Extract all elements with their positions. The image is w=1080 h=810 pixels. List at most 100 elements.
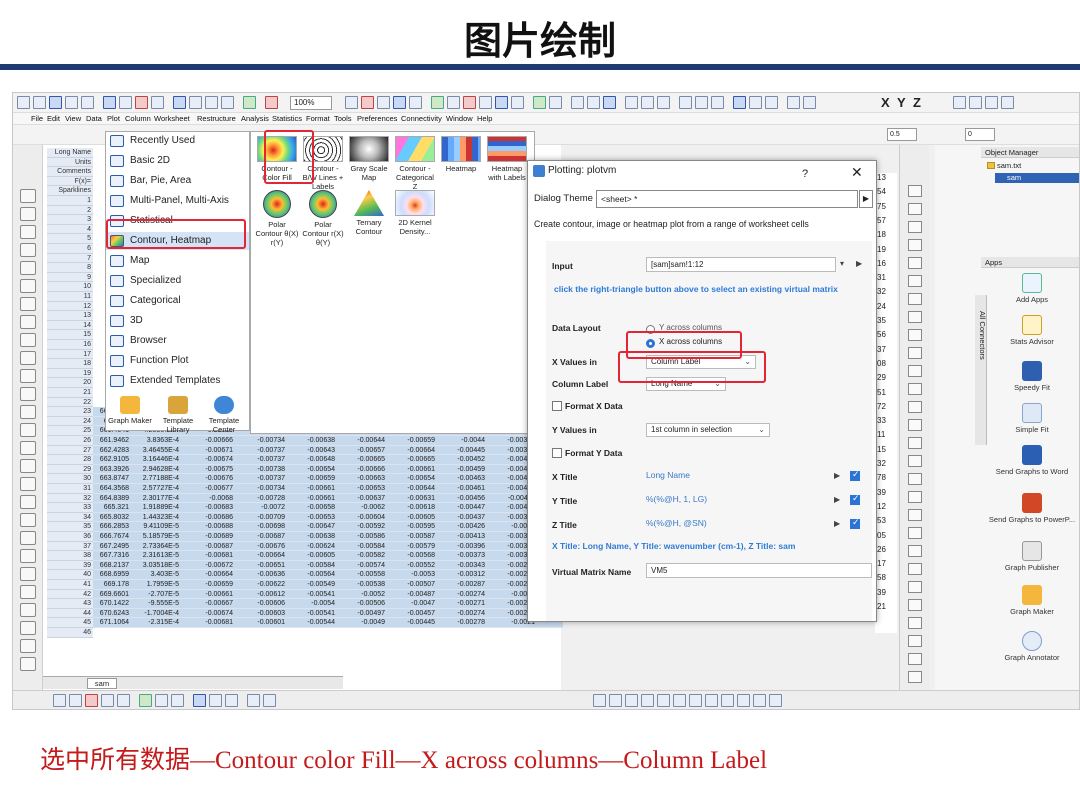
line-width-select[interactable]: 0.5 [887,128,917,141]
table-cell[interactable]: -0.00631 [385,494,435,504]
vm-name-field[interactable]: VM5 [646,563,872,578]
pointer-icon[interactable] [20,189,36,203]
align-left-icon[interactable] [593,694,606,707]
menu-bar-pie-area[interactable]: Bar, Pie, Area [106,172,249,190]
template-library-tool[interactable]: Template Library [156,396,200,434]
notes-icon[interactable] [409,96,422,109]
insert-notes-icon[interactable] [20,567,36,581]
table-cell[interactable]: -0.00657 [335,446,385,456]
label-icon[interactable] [908,563,922,575]
table-row[interactable]: 663.8747 2.77188E-4 -0.00676 -0.00737 -0.006… [93,474,563,484]
align-top-icon[interactable] [641,694,654,707]
table-cell[interactable]: 665.8032 [79,513,129,523]
app-send-graphs-powerpoint[interactable]: Send Graphs to PowerP... [987,493,1077,524]
table-cell[interactable]: -0.00665 [385,455,435,465]
add-graph-icon[interactable] [447,96,460,109]
table-cell[interactable]: -0.00637 [335,494,385,504]
new-column-icon[interactable] [479,96,492,109]
table-cell[interactable]: -0.0053 [385,570,435,580]
menu-statistics[interactable]: Statistics [272,114,302,123]
table-cell[interactable]: 9.41109E-5 [129,522,179,532]
menu-file[interactable]: File [31,114,43,123]
table-cell[interactable]: -0.00582 [335,551,385,561]
drop-line-icon[interactable] [908,617,922,629]
row-number[interactable]: 2 [47,205,93,216]
zoom-out-icon[interactable] [20,225,36,239]
z-title-menu-icon[interactable]: ▶ [834,519,840,528]
z-axis-label[interactable]: Z [913,95,921,110]
table-cell[interactable]: -0.00659 [285,474,335,484]
table-cell[interactable]: -0.00638 [285,436,335,446]
table-cell[interactable]: -0.00457 [385,609,435,619]
menu-worksheet[interactable]: Worksheet [154,114,190,123]
table-cell[interactable]: -0.00603 [235,609,285,619]
table-row[interactable]: 668.6959 3.403E-5 -0.00664 -0.00636 -0.00564… [93,570,563,580]
table-cell[interactable]: -0.00687 [235,532,285,542]
bracket-icon[interactable] [908,473,922,485]
table-cell[interactable]: 669.178 [79,580,129,590]
table-cell[interactable]: -0.00592 [335,522,385,532]
table-cell[interactable]: -0.00487 [385,590,435,600]
row-number[interactable]: 14 [47,320,93,331]
table-cell[interactable]: -0.0062 [335,503,385,513]
table-cell[interactable]: 670.1422 [79,599,129,609]
table-cell[interactable]: -0.00437 [435,513,485,523]
menu-function-plot[interactable]: Function Plot [106,352,249,370]
table-cell[interactable]: -0.00709 [235,513,285,523]
statistics-icon[interactable] [511,96,524,109]
legend-icon[interactable] [908,581,922,593]
table-cell[interactable]: -0.00447 [435,503,485,513]
table-cell[interactable]: -0.00544 [285,618,335,628]
table-cell[interactable]: -0.00734 [235,484,285,494]
table-cell[interactable]: -0.00659 [183,580,233,590]
row-number[interactable]: 4 [47,224,93,235]
table-cell[interactable]: -0.00274 [435,590,485,600]
row-stats-icon[interactable] [587,96,600,109]
column-plot-icon[interactable] [85,694,98,707]
table-cell[interactable]: -0.00278 [435,618,485,628]
format-x-checkbox[interactable] [552,401,562,411]
table-cell[interactable]: -0.00452 [435,455,485,465]
refresh-icon[interactable] [243,96,256,109]
row-number[interactable]: 3 [47,215,93,225]
cursor-icon[interactable] [733,96,746,109]
code-builder-icon[interactable] [393,96,406,109]
table-cell[interactable]: -0.00677 [183,484,233,494]
table-cell[interactable]: -0.00689 [183,532,233,542]
table-row[interactable]: 670.1422 -9.555E-5 -0.00667 -0.00606 -0.0054… [93,599,563,609]
table-cell[interactable]: -0.00651 [235,561,285,571]
table-cell[interactable]: -0.00648 [285,455,335,465]
new-graph-icon[interactable] [49,96,62,109]
table-cell[interactable]: -0.00595 [385,522,435,532]
table-cell[interactable]: -0.00413 [435,532,485,542]
table-row[interactable]: 670.6243 -1.7004E-4 -0.00674 -0.00603 -0.005… [93,608,563,619]
table-cell[interactable]: 1.7959E-5 [129,580,179,590]
insert-function-icon[interactable] [20,657,36,671]
save-project-icon[interactable] [173,96,186,109]
polar-contour-theta-r[interactable]: Polar Contour θ(X) r(Y) [255,190,299,247]
table-cell[interactable]: -2.707E-5 [129,590,179,600]
table-cell[interactable]: -0.00647 [285,522,335,532]
y-values-select[interactable]: 1st column in selection ⌄ [646,423,770,437]
table-cell[interactable]: -0.00343 [435,561,485,571]
table-cell[interactable]: -0.00574 [335,561,385,571]
table-cell[interactable]: 1.91889E-4 [129,503,179,513]
open-icon[interactable] [103,96,116,109]
table-cell[interactable]: -0.00618 [385,503,435,513]
reapply-filter-icon[interactable] [711,96,724,109]
table-cell[interactable]: -0.0052 [335,590,385,600]
y-title-menu-icon[interactable]: ▶ [834,495,840,504]
export-icon[interactable] [205,96,218,109]
table-cell[interactable]: -0.00624 [285,542,335,552]
table-cell[interactable]: -0.00373 [435,551,485,561]
polar-plot-icon[interactable] [225,694,238,707]
zoom-select[interactable]: 100% [290,96,332,110]
table-cell[interactable]: -0.00605 [385,513,435,523]
insert-equation-icon[interactable] [20,495,36,509]
axis-icon[interactable] [908,509,922,521]
table-row[interactable]: 671.1064 -2.315E-4 -0.00681 -0.00601 -0.0054… [93,618,563,628]
hand-tool-icon[interactable] [20,405,36,419]
app-stats-advisor[interactable]: Stats Advisor [987,315,1077,346]
table-cell[interactable]: 665.321 [79,503,129,513]
apps-tab-all-connectors[interactable]: All Connectors [975,305,987,365]
